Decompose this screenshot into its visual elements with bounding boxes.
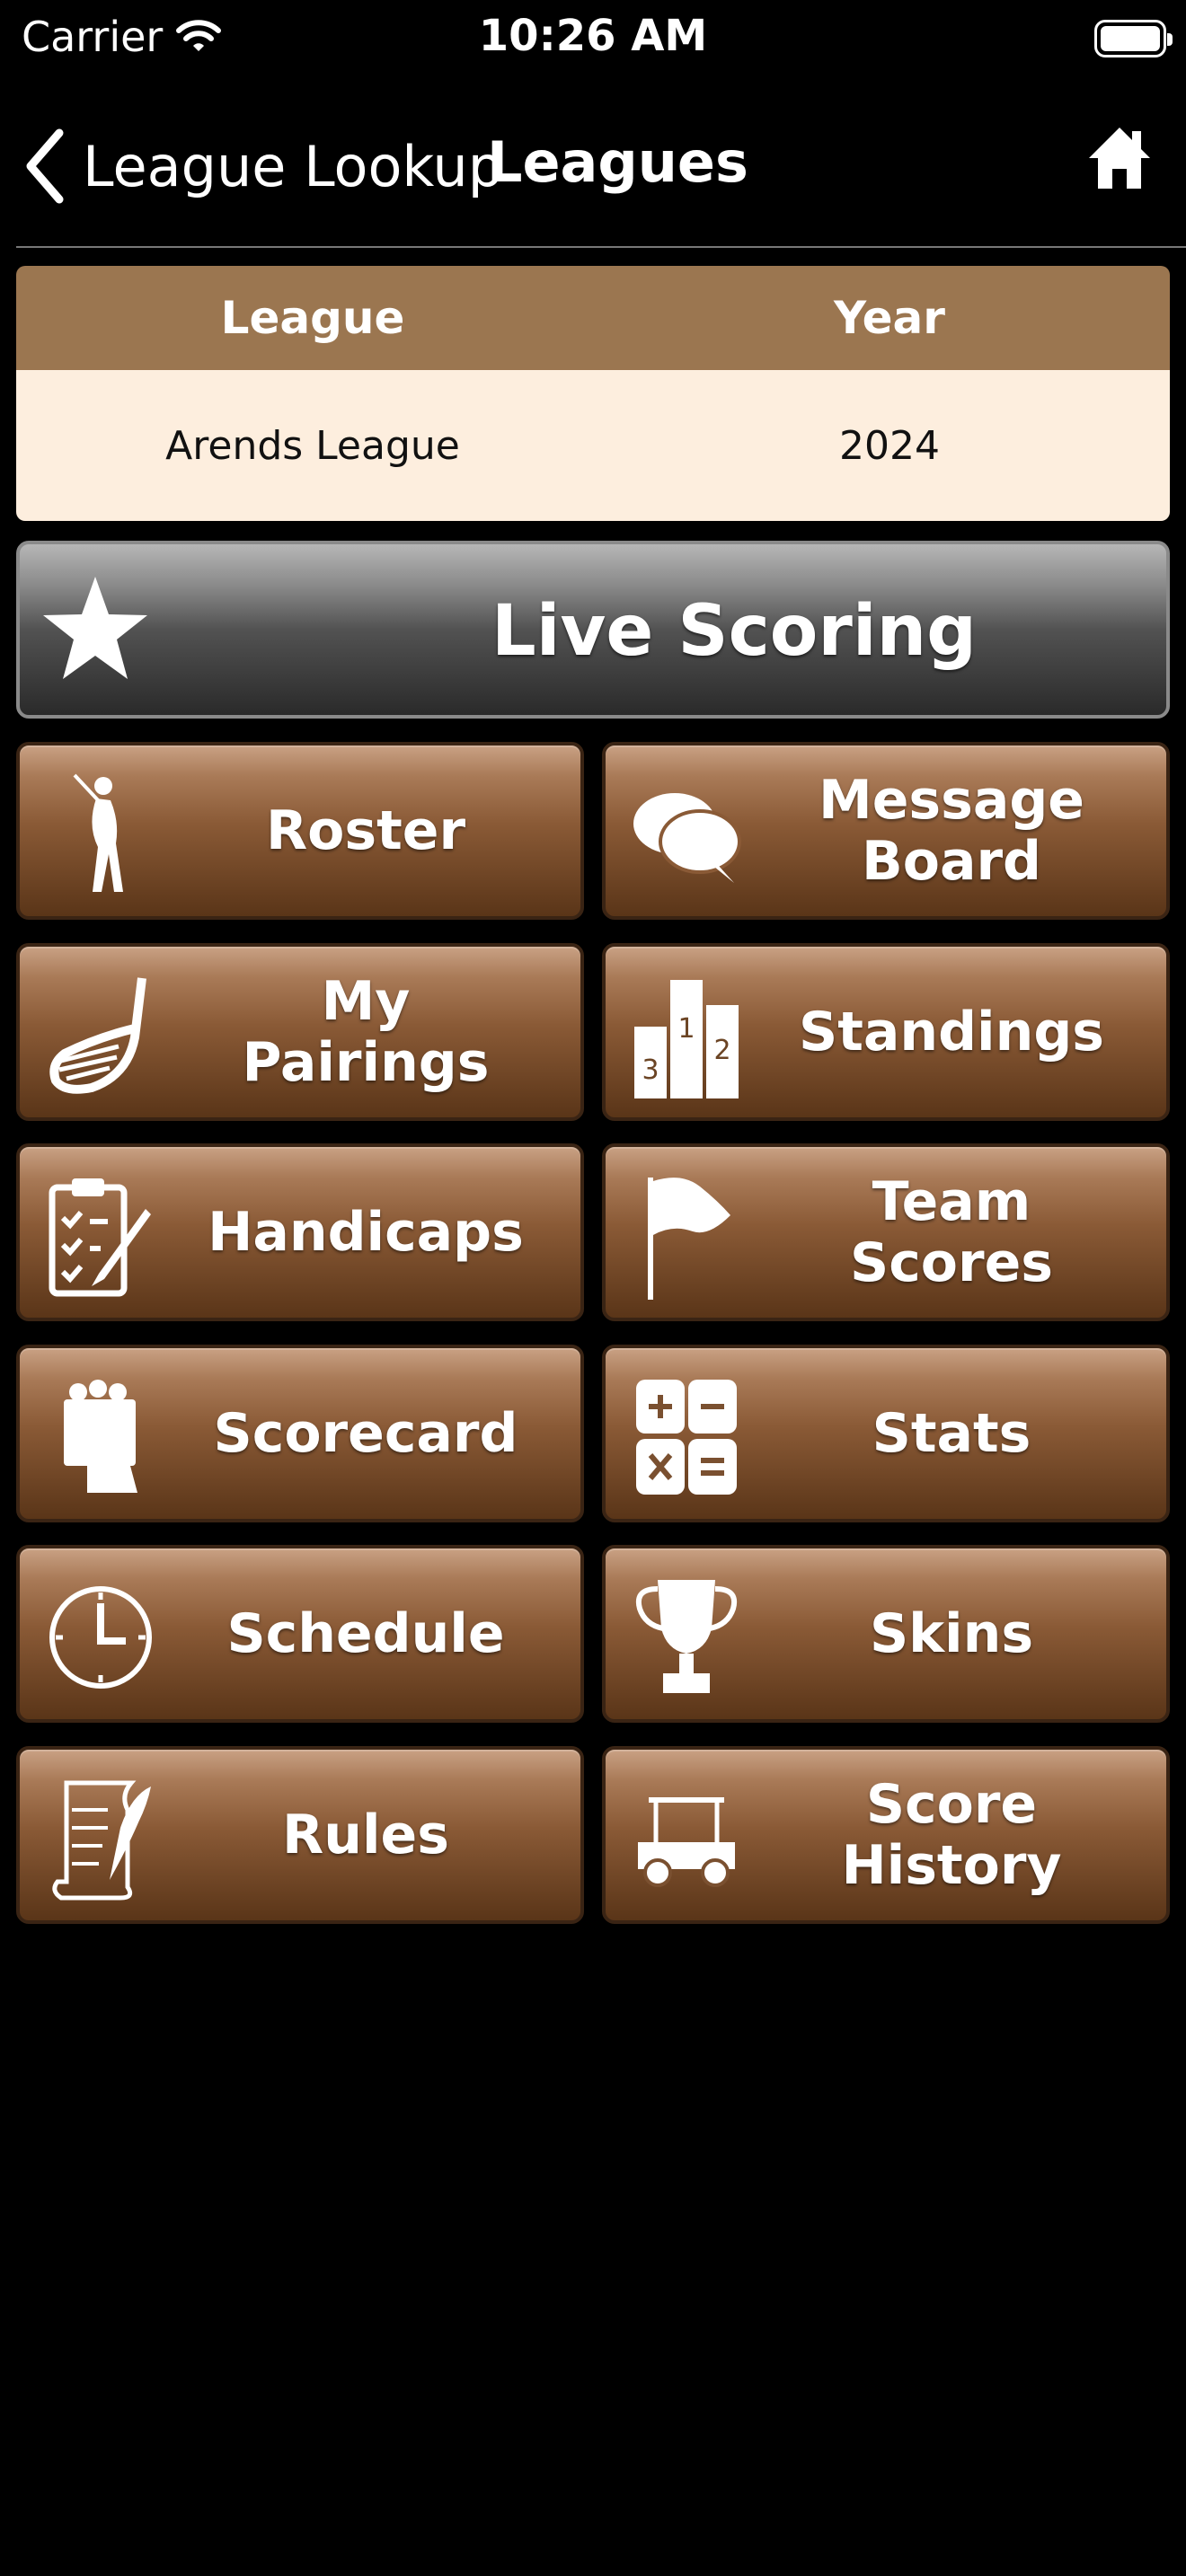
handicaps-button[interactable]: Handicaps (16, 1143, 584, 1321)
clock-icon (38, 1570, 164, 1705)
table-row[interactable]: Arends League 2024 (16, 370, 1170, 521)
rules-label: Rules (282, 1804, 449, 1866)
message-board-label: Message Board (819, 769, 1084, 893)
standings-label: Standings (799, 1001, 1104, 1063)
scorecard-button[interactable]: Scorecard (16, 1345, 584, 1522)
roster-label: Roster (265, 799, 466, 862)
my-pairings-label: My Pairings (242, 970, 490, 1094)
podium-first: 1 (677, 1013, 695, 1045)
status-bar: Carrier 10:26 AM (0, 0, 1186, 81)
trophy-icon (624, 1570, 749, 1705)
stats-button[interactable]: Stats (602, 1345, 1170, 1522)
score-history-label: Score History (841, 1773, 1062, 1897)
clock: 10:26 AM (478, 11, 708, 61)
table-header: League Year (16, 266, 1170, 370)
skins-button[interactable]: Skins (602, 1545, 1170, 1723)
speech-bubbles-icon (624, 767, 749, 902)
golf-cart-icon (624, 1771, 749, 1906)
golf-club-icon (38, 968, 164, 1103)
cell-year: 2024 (839, 422, 940, 469)
podium-second: 2 (713, 1035, 730, 1066)
team-scores-button[interactable]: Team Scores (602, 1143, 1170, 1321)
rules-button[interactable]: Rules (16, 1746, 584, 1924)
hand-card-icon (38, 1370, 164, 1504)
skins-label: Skins (869, 1602, 1034, 1665)
league-table: League Year Arends League 2024 (16, 266, 1170, 521)
back-label: League Lookup (83, 133, 504, 199)
header-league: League (220, 292, 405, 344)
cell-league: Arends League (165, 422, 460, 469)
message-board-button[interactable]: Message Board (602, 742, 1170, 920)
score-history-button[interactable]: Score History (602, 1746, 1170, 1924)
schedule-button[interactable]: Schedule (16, 1545, 584, 1723)
flag-icon (624, 1169, 749, 1303)
header-year: Year (834, 292, 945, 344)
live-scoring-label: Live Scoring (491, 591, 977, 672)
page-title: Leagues (487, 129, 748, 195)
handicaps-label: Handicaps (208, 1201, 524, 1264)
roster-button[interactable]: Roster (16, 742, 584, 920)
scorecard-label: Scorecard (213, 1402, 518, 1465)
podium-icon: 1 2 3 (624, 968, 749, 1103)
scroll-quill-icon (38, 1771, 164, 1906)
clipboard-checklist-icon (38, 1169, 164, 1303)
standings-button[interactable]: 1 2 3 Standings (602, 943, 1170, 1121)
schedule-label: Schedule (226, 1602, 505, 1665)
calculator-icon (624, 1370, 749, 1504)
live-scoring-button[interactable]: Live Scoring (16, 541, 1170, 719)
navigation-bar: League Lookup Leagues (0, 99, 1186, 243)
battery-icon (1094, 20, 1173, 57)
my-pairings-button[interactable]: My Pairings (16, 943, 584, 1121)
back-button[interactable]: League Lookup (23, 128, 503, 205)
home-icon (1089, 128, 1150, 189)
home-button[interactable] (1087, 124, 1152, 196)
golfer-icon (38, 767, 164, 902)
stats-label: Stats (872, 1402, 1031, 1465)
chevron-left-icon (26, 128, 64, 204)
team-scores-label: Team Scores (850, 1170, 1053, 1294)
nav-divider (16, 246, 1186, 248)
podium-third: 3 (642, 1054, 659, 1086)
star-icon (43, 577, 147, 679)
